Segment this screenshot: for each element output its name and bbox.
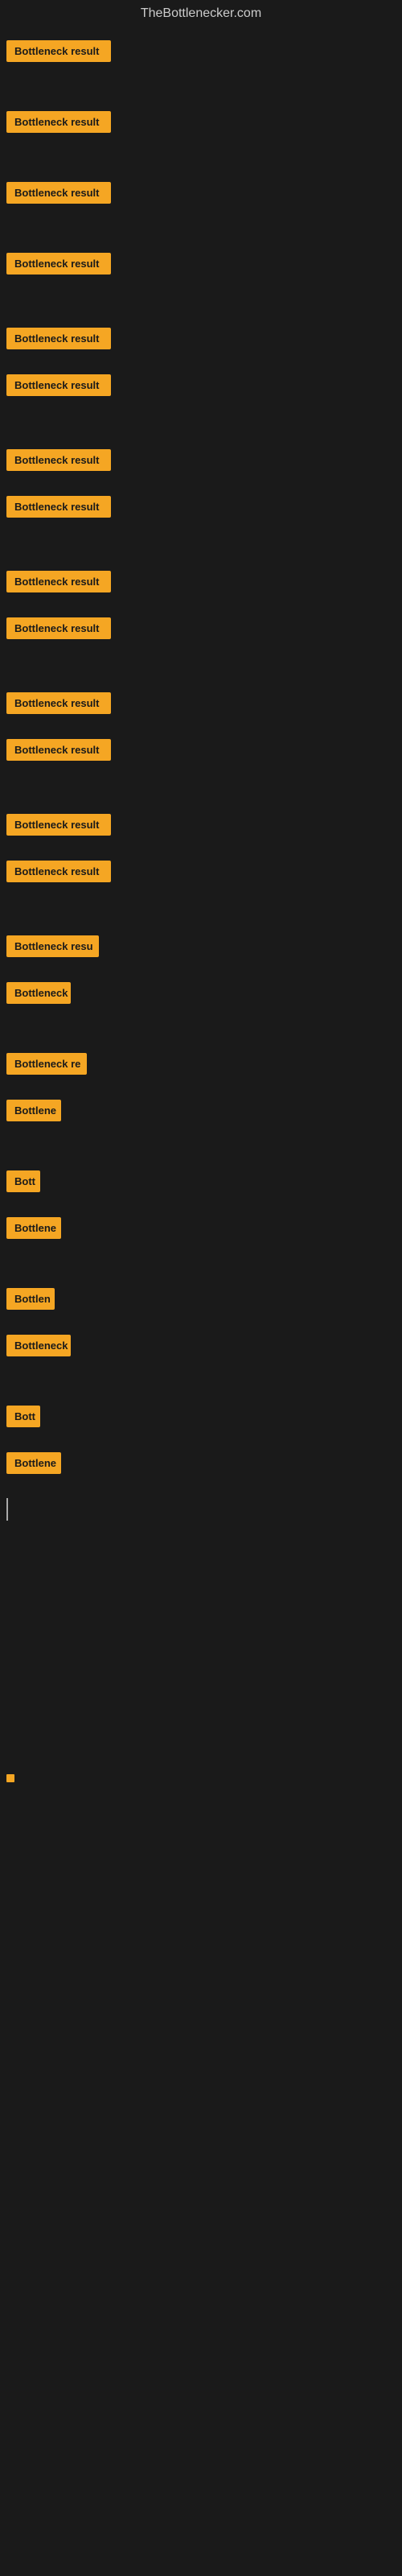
bottleneck-row-21: Bottleneck <box>0 1322 402 1368</box>
bottleneck-row-4: Bottleneck result <box>0 287 402 361</box>
footer-dot <box>6 1774 14 1782</box>
bottleneck-row-18: Bott <box>0 1133 402 1204</box>
bottleneck-row-1: Bottleneck result <box>0 74 402 145</box>
bottleneck-badge-6[interactable]: Bottleneck result <box>6 449 111 471</box>
bottleneck-row-15: Bottleneck <box>0 969 402 1016</box>
bottleneck-row-5: Bottleneck result <box>0 361 402 408</box>
footer-area <box>0 1533 402 2016</box>
bottleneck-badge-12[interactable]: Bottleneck result <box>6 814 111 836</box>
bottleneck-badge-1[interactable]: Bottleneck result <box>6 111 111 133</box>
bottleneck-row-17: Bottlene <box>0 1087 402 1133</box>
bottleneck-badge-15[interactable]: Bottleneck <box>6 982 71 1004</box>
bottleneck-badge-7[interactable]: Bottleneck result <box>6 496 111 518</box>
bottleneck-badge-4[interactable]: Bottleneck result <box>6 328 111 349</box>
bottleneck-row-11: Bottleneck result <box>0 726 402 773</box>
bottleneck-badge-23[interactable]: Bottlene <box>6 1452 61 1474</box>
bottleneck-badge-11[interactable]: Bottleneck result <box>6 739 111 761</box>
bottleneck-badge-13[interactable]: Bottleneck result <box>6 861 111 882</box>
bottleneck-row-23: Bottlene <box>0 1439 402 1486</box>
bottleneck-badge-8[interactable]: Bottleneck result <box>6 571 111 592</box>
site-title: TheBottlenecker.com <box>0 0 402 27</box>
bottleneck-badge-14[interactable]: Bottleneck resu <box>6 935 99 957</box>
bottleneck-badge-19[interactable]: Bottlene <box>6 1217 61 1239</box>
bottleneck-row-12: Bottleneck result <box>0 773 402 848</box>
bottleneck-row-9: Bottleneck result <box>0 605 402 651</box>
bottleneck-badge-5[interactable]: Bottleneck result <box>6 374 111 396</box>
bottleneck-row-19: Bottlene <box>0 1204 402 1251</box>
bottleneck-badge-0[interactable]: Bottleneck result <box>6 40 111 62</box>
bottleneck-badge-10[interactable]: Bottleneck result <box>6 692 111 714</box>
site-title-container: TheBottlenecker.com <box>0 0 402 27</box>
bottleneck-row-8: Bottleneck result <box>0 530 402 605</box>
bottleneck-row-20: Bottlen <box>0 1251 402 1322</box>
bottleneck-row-10: Bottleneck result <box>0 651 402 726</box>
cursor-indicator <box>6 1498 8 1521</box>
bottleneck-row-22: Bott <box>0 1368 402 1439</box>
bottleneck-row-14: Bottleneck resu <box>0 894 402 969</box>
bottleneck-badge-22[interactable]: Bott <box>6 1406 40 1427</box>
bottleneck-badge-18[interactable]: Bott <box>6 1170 40 1192</box>
bottleneck-badge-3[interactable]: Bottleneck result <box>6 253 111 275</box>
bottleneck-row-7: Bottleneck result <box>0 483 402 530</box>
bottleneck-row-2: Bottleneck result <box>0 145 402 216</box>
bottleneck-row-16: Bottleneck re <box>0 1016 402 1087</box>
bottleneck-badge-20[interactable]: Bottlen <box>6 1288 55 1310</box>
bottleneck-badge-21[interactable]: Bottleneck <box>6 1335 71 1356</box>
bottleneck-badge-17[interactable]: Bottlene <box>6 1100 61 1121</box>
bottleneck-list: Bottleneck result Bottleneck result Bottle… <box>0 27 402 1486</box>
bottleneck-row-13: Bottleneck result <box>0 848 402 894</box>
bottleneck-row-0: Bottleneck result <box>0 27 402 74</box>
bottleneck-row-3: Bottleneck result <box>0 216 402 287</box>
bottleneck-row-6: Bottleneck result <box>0 408 402 483</box>
bottleneck-badge-9[interactable]: Bottleneck result <box>6 617 111 639</box>
bottleneck-badge-2[interactable]: Bottleneck result <box>6 182 111 204</box>
bottleneck-badge-16[interactable]: Bottleneck re <box>6 1053 87 1075</box>
